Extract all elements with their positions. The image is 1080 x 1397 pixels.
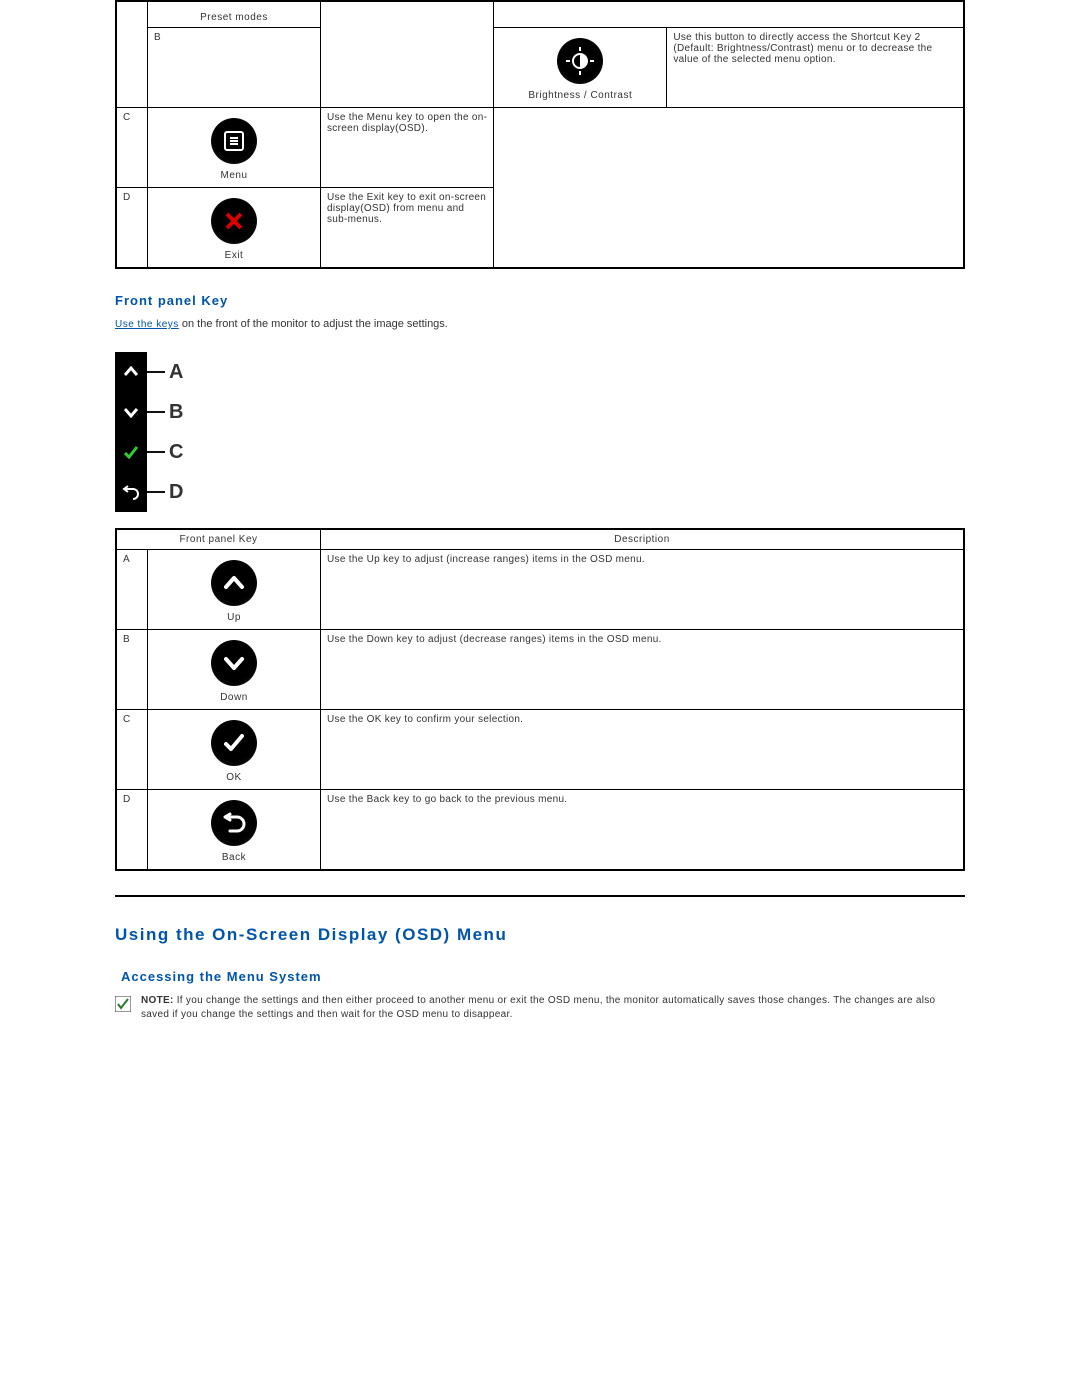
menu-desc: Use the Menu key to open the on-screen d… xyxy=(327,112,487,134)
preset-modes-label: Preset modes xyxy=(154,12,314,23)
brightness-label: Brightness / Contrast xyxy=(528,90,632,101)
header-front-panel-key: Front panel Key xyxy=(116,529,321,550)
note: NOTE: If you change the settings and the… xyxy=(115,994,965,1022)
row-letter: D xyxy=(116,188,148,269)
table-row: Preset modes xyxy=(116,1,964,28)
key-legend: A B C D xyxy=(115,352,183,512)
row-letter: C xyxy=(116,108,148,188)
front-panel-intro: Use the keys on the front of the monitor… xyxy=(115,318,965,330)
osd-heading: Using the On-Screen Display (OSD) Menu xyxy=(115,925,965,945)
brightness-icon xyxy=(557,38,603,84)
brightness-desc: Use this button to directly access the S… xyxy=(673,32,932,65)
up-icon xyxy=(115,352,147,392)
shortcut-keys-table: Preset modes B xyxy=(115,0,965,269)
down-desc: Use the Down key to adjust (decrease ran… xyxy=(327,634,662,645)
table-row: D Back Use the Back key to go back to th… xyxy=(116,790,964,871)
note-text: NOTE: If you change the settings and the… xyxy=(141,994,965,1022)
use-the-keys-link[interactable]: Use the keys xyxy=(115,319,179,330)
accessing-menu-heading: Accessing the Menu System xyxy=(121,969,965,984)
table-row: D Exit Use the Exit key to exit on-scree… xyxy=(116,188,964,269)
legend-row: C xyxy=(115,432,183,472)
table-row: C Menu Use the Menu key to open the on-s… xyxy=(116,108,964,188)
table-row: B Down Use the Down key to adjust (decre… xyxy=(116,630,964,710)
menu-icon xyxy=(211,118,257,164)
table-row: C OK Use the OK key to confirm your sele… xyxy=(116,710,964,790)
up-label: Up xyxy=(227,612,241,623)
row-letter: D xyxy=(116,790,148,871)
back-icon xyxy=(115,472,147,512)
front-panel-heading: Front panel Key xyxy=(115,293,965,308)
exit-icon xyxy=(211,198,257,244)
row-letter: B xyxy=(116,630,148,710)
row-letter: B xyxy=(148,28,321,108)
down-label: Down xyxy=(220,692,248,703)
legend-row: D xyxy=(115,472,183,512)
back-label: Back xyxy=(222,852,246,863)
table-row: A Up Use the Up key to adjust (increase … xyxy=(116,550,964,630)
back-icon xyxy=(211,800,257,846)
ok-desc: Use the OK key to confirm your selection… xyxy=(327,714,523,725)
note-icon xyxy=(115,996,131,1012)
section-divider xyxy=(115,895,965,897)
ok-label: OK xyxy=(226,772,241,783)
row-letter: C xyxy=(116,710,148,790)
up-desc: Use the Up key to adjust (increase range… xyxy=(327,554,645,565)
front-panel-table: Front panel Key Description A Up Use the… xyxy=(115,528,965,871)
ok-icon xyxy=(115,432,147,472)
table-header-row: Front panel Key Description xyxy=(116,529,964,550)
exit-label: Exit xyxy=(225,250,244,261)
back-desc: Use the Back key to go back to the previ… xyxy=(327,794,567,805)
exit-desc: Use the Exit key to exit on-screen displ… xyxy=(327,192,486,225)
legend-row: A xyxy=(115,352,183,392)
down-icon xyxy=(211,640,257,686)
up-icon xyxy=(211,560,257,606)
header-description: Description xyxy=(321,529,965,550)
ok-icon xyxy=(211,720,257,766)
menu-label: Menu xyxy=(220,170,247,181)
table-row: B xyxy=(116,28,964,108)
legend-row: B xyxy=(115,392,183,432)
down-icon xyxy=(115,392,147,432)
row-letter: A xyxy=(116,550,148,630)
